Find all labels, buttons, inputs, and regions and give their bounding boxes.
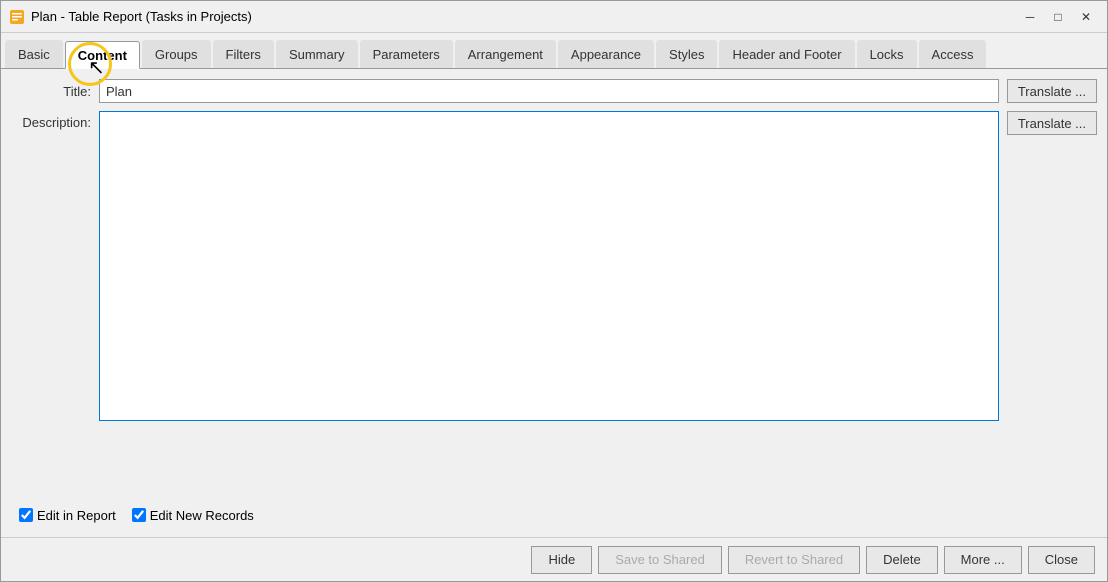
tab-access[interactable]: Access	[919, 40, 987, 68]
translate-description-button[interactable]: Translate ...	[1007, 111, 1097, 135]
tab-basic[interactable]: Basic	[5, 40, 63, 68]
app-icon	[9, 9, 25, 25]
translate-title-button[interactable]: Translate ...	[1007, 79, 1097, 103]
edit-in-report-label: Edit in Report	[37, 508, 116, 523]
more-button[interactable]: More ...	[944, 546, 1022, 574]
edit-new-records-label: Edit New Records	[150, 508, 254, 523]
tab-bar: BasicContentGroupsFiltersSummaryParamete…	[1, 33, 1107, 69]
window-controls: ─ □ ✕	[1017, 7, 1099, 27]
footer: Hide Save to Shared Revert to Shared Del…	[1, 537, 1107, 581]
description-buttons: Translate ...	[1007, 111, 1097, 135]
tab-content[interactable]: Content	[65, 41, 140, 69]
delete-button[interactable]: Delete	[866, 546, 938, 574]
title-label: Title:	[11, 84, 91, 99]
checkbox-row: Edit in Report Edit New Records	[11, 503, 1097, 527]
tab-appearance[interactable]: Appearance	[558, 40, 654, 68]
tab-parameters[interactable]: Parameters	[360, 40, 453, 68]
title-input[interactable]	[99, 79, 999, 103]
tab-header-footer[interactable]: Header and Footer	[719, 40, 854, 68]
title-row: Title: Translate ...	[11, 79, 1097, 103]
revert-to-shared-button[interactable]: Revert to Shared	[728, 546, 860, 574]
description-row: Description: Translate ...	[11, 111, 1097, 495]
description-label: Description:	[11, 111, 91, 130]
maximize-button[interactable]: □	[1045, 7, 1071, 27]
tab-filters[interactable]: Filters	[213, 40, 274, 68]
minimize-button[interactable]: ─	[1017, 7, 1043, 27]
close-button[interactable]: Close	[1028, 546, 1095, 574]
hide-button[interactable]: Hide	[531, 546, 592, 574]
edit-new-records-checkbox[interactable]: Edit New Records	[132, 508, 254, 523]
title-bar: Plan - Table Report (Tasks in Projects) …	[1, 1, 1107, 33]
tab-groups[interactable]: Groups	[142, 40, 211, 68]
description-textarea[interactable]	[99, 111, 999, 421]
tab-arrangement[interactable]: Arrangement	[455, 40, 556, 68]
close-window-button[interactable]: ✕	[1073, 7, 1099, 27]
edit-in-report-checkbox[interactable]: Edit in Report	[19, 508, 116, 523]
tab-locks[interactable]: Locks	[857, 40, 917, 68]
tab-styles[interactable]: Styles	[656, 40, 717, 68]
save-to-shared-button[interactable]: Save to Shared	[598, 546, 722, 574]
content-area: Title: Translate ... Description: Transl…	[1, 69, 1107, 537]
tab-summary[interactable]: Summary	[276, 40, 358, 68]
window-title: Plan - Table Report (Tasks in Projects)	[31, 9, 1017, 24]
